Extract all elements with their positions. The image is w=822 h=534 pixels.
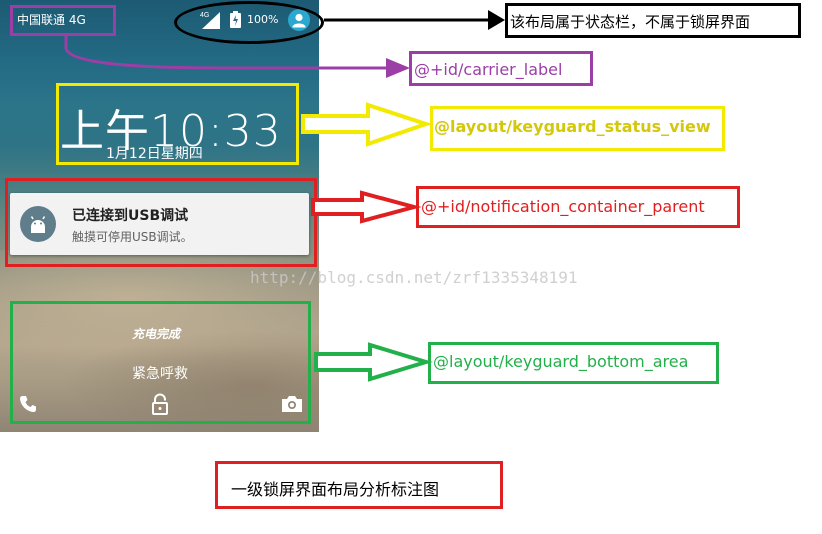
bottom-area-note-label: @layout/keyguard_bottom_area	[433, 352, 689, 371]
notification-note-box: @+id/notification_container_parent	[416, 186, 740, 228]
notification-note-label: @+id/notification_container_parent	[421, 197, 705, 216]
status-bar-note-box: 该布局属于状态栏，不属于锁屏界面	[505, 3, 801, 38]
status-bar-note-label: 该布局属于状态栏，不属于锁屏界面	[510, 13, 751, 31]
bottom-area-note-box: @layout/keyguard_bottom_area	[428, 342, 719, 384]
caption-box: 一级锁屏界面布局分析标注图	[215, 461, 503, 509]
caption-label: 一级锁屏界面布局分析标注图	[231, 480, 440, 499]
watermark-text: http://blog.csdn.net/zrf1335348191	[250, 268, 578, 287]
carrier-label-note-label: @+id/carrier_label	[414, 60, 563, 79]
status-view-note-box: @layout/keyguard_status_view	[430, 106, 725, 151]
carrier-label-note-box: @+id/carrier_label	[409, 51, 593, 86]
status-view-note-label: @layout/keyguard_status_view	[434, 117, 711, 136]
